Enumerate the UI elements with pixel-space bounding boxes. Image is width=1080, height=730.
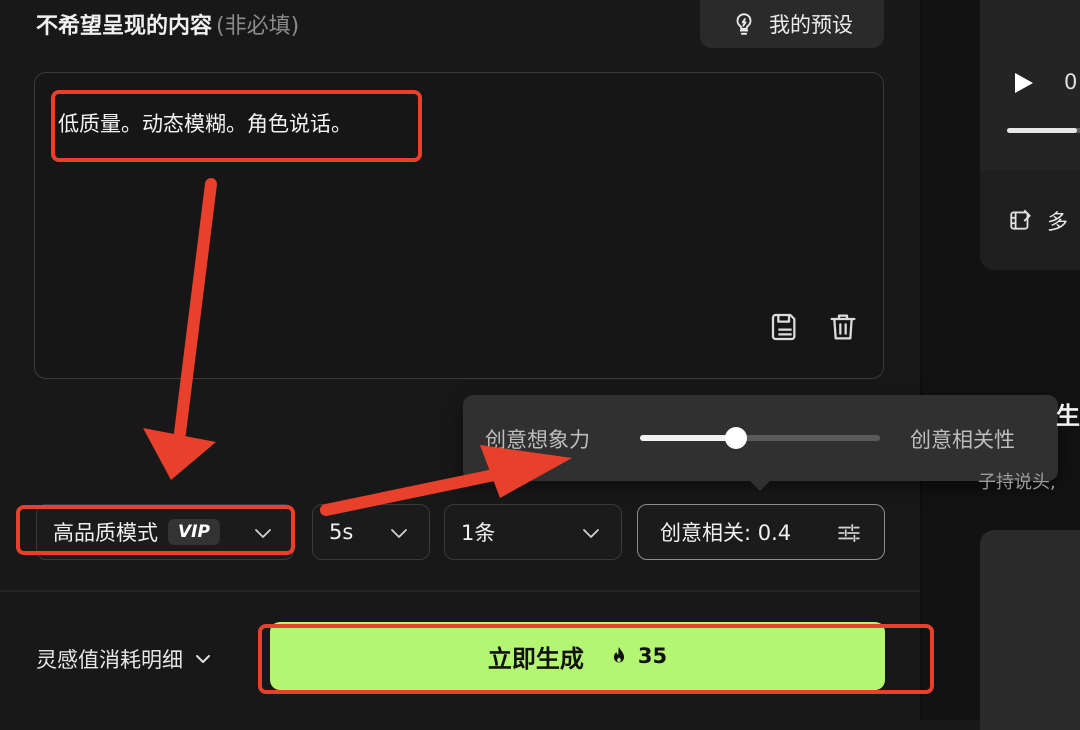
save-preset-button[interactable] [766, 308, 804, 346]
credit-usage-label: 灵感值消耗明细 [36, 648, 183, 672]
popover-caret [748, 479, 772, 491]
right-panel-heading: 生 [1056, 402, 1080, 430]
tune-icon [838, 523, 860, 543]
relevance-label: 创意相关性 [910, 428, 1015, 452]
film-edit-icon [1010, 209, 1031, 230]
my-presets-button[interactable]: 我的预设 [700, 0, 884, 48]
annotation-box-generate [258, 624, 934, 694]
play-icon[interactable] [1013, 71, 1035, 95]
chevron-down-icon [583, 529, 599, 538]
save-icon [771, 313, 796, 341]
chevron-down-icon [391, 529, 407, 538]
video-progress-fill [1007, 128, 1077, 133]
section-title: 不希望呈现的内容 (非必填) [36, 8, 299, 40]
annotation-box-text [51, 90, 422, 162]
creative-relevance-label: 创意相关: 0.4 [660, 521, 792, 545]
creative-relevance-select[interactable]: 创意相关: 0.4 [637, 504, 885, 560]
optional-hint: (非必填) [216, 14, 300, 39]
count-value: 1条 [461, 521, 496, 545]
section-title-text: 不希望呈现的内容 [36, 14, 213, 39]
trash-icon [830, 314, 856, 340]
creativity-slider-thumb[interactable] [725, 427, 747, 449]
multi-label: 多 [1047, 210, 1068, 234]
credit-usage-detail-toggle[interactable]: 灵感值消耗明细 [36, 644, 213, 674]
right-panel-description: 子持说头, [978, 472, 1056, 493]
chevron-down-icon [196, 655, 210, 663]
count-select[interactable]: 1条 [444, 504, 622, 560]
annotation-box-quality [16, 505, 295, 555]
my-presets-label: 我的预设 [769, 13, 853, 37]
footer-divider [0, 590, 920, 592]
lightbulb-icon [736, 13, 752, 35]
duration-select[interactable]: 5s [312, 504, 430, 560]
video-time: 0 [1064, 70, 1078, 94]
creativity-slider-fill [640, 435, 736, 441]
clear-text-button[interactable] [824, 308, 862, 346]
right-panel-thumbnail[interactable] [980, 530, 1080, 730]
duration-value: 5s [329, 520, 354, 544]
imagination-label: 创意想象力 [485, 428, 590, 452]
